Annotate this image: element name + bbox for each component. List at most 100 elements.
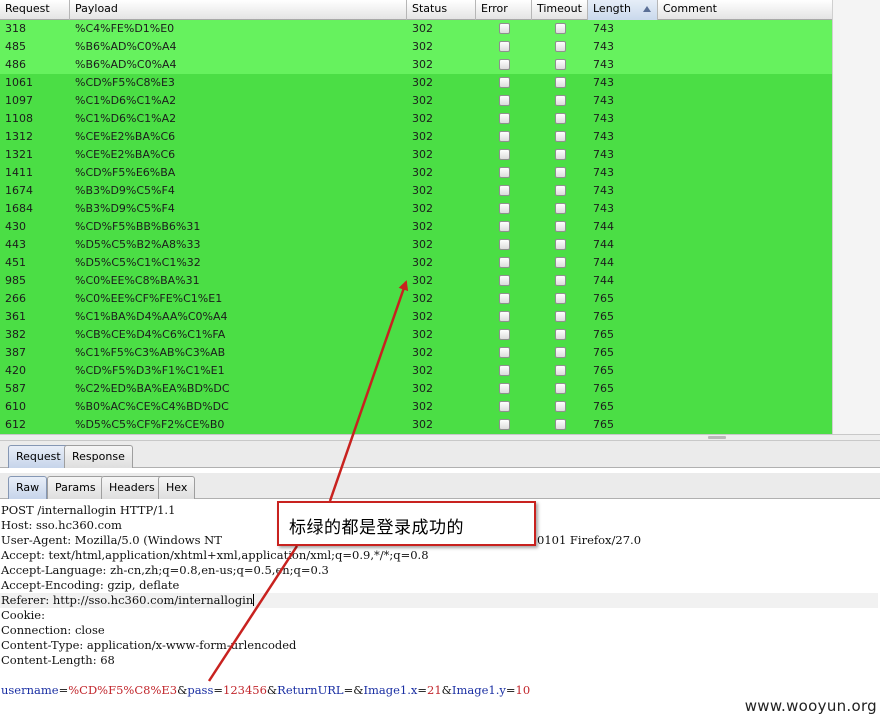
error-checkbox[interactable] [499,347,510,358]
cell-status: 302 [412,400,433,413]
table-side-filler [832,0,880,434]
table-row[interactable]: 1411 %CD%F5%E6%BA 302 743 [0,164,832,182]
table-row[interactable]: 486 %B6%AD%C0%A4 302 743 [0,56,832,74]
timeout-checkbox[interactable] [555,419,566,430]
table-row[interactable]: 1108 %C1%D6%C1%A2 302 743 [0,110,832,128]
timeout-checkbox[interactable] [555,365,566,376]
timeout-checkbox[interactable] [555,23,566,34]
column-header-comment[interactable]: Comment [658,0,832,20]
error-checkbox[interactable] [499,23,510,34]
table-row[interactable]: 1061 %CD%F5%C8%E3 302 743 [0,74,832,92]
cell-comment [658,308,832,326]
error-checkbox[interactable] [499,257,510,268]
tab-raw[interactable]: Raw [8,476,48,499]
error-checkbox[interactable] [499,203,510,214]
timeout-checkbox[interactable] [555,131,566,142]
table-row[interactable]: 361 %C1%BA%D4%AA%C0%A4 302 765 [0,308,832,326]
timeout-checkbox[interactable] [555,293,566,304]
column-header-timeout[interactable]: Timeout [532,0,588,20]
table-row[interactable]: 1097 %C1%D6%C1%A2 302 743 [0,92,832,110]
table-row[interactable]: 443 %D5%C5%B2%A8%33 302 744 [0,236,832,254]
table-row[interactable]: 610 %B0%AC%CE%C4%BD%DC 302 765 [0,398,832,416]
column-header-error[interactable]: Error [476,0,532,20]
error-checkbox[interactable] [499,95,510,106]
timeout-checkbox[interactable] [555,203,566,214]
table-row[interactable]: 1321 %CE%E2%BA%C6 302 743 [0,146,832,164]
timeout-checkbox[interactable] [555,221,566,232]
timeout-checkbox[interactable] [555,113,566,124]
error-checkbox[interactable] [499,365,510,376]
error-checkbox[interactable] [499,113,510,124]
error-checkbox[interactable] [499,329,510,340]
table-row[interactable]: 612 %D5%C5%CF%F2%CE%B0 302 765 [0,416,832,434]
tab-params[interactable]: Params [47,476,104,499]
tab-response[interactable]: Response [64,445,133,468]
table-row[interactable]: 266 %C0%EE%CF%FE%C1%E1 302 765 [0,290,832,308]
cell-payload: %B0%AC%CE%C4%BD%DC [75,400,229,413]
table-row[interactable]: 1674 %B3%D9%C5%F4 302 743 [0,182,832,200]
timeout-checkbox[interactable] [555,311,566,322]
cell-length: 765 [593,328,614,341]
error-checkbox[interactable] [499,185,510,196]
error-checkbox[interactable] [499,239,510,250]
table-row[interactable]: 420 %CD%F5%D3%F1%C1%E1 302 765 [0,362,832,380]
divider-grip-icon[interactable] [708,436,726,439]
error-checkbox[interactable] [499,293,510,304]
error-checkbox[interactable] [499,59,510,70]
error-checkbox[interactable] [499,131,510,142]
error-checkbox[interactable] [499,275,510,286]
tab-headers[interactable]: Headers [101,476,163,499]
table-row[interactable]: 985 %C0%EE%C8%BA%31 302 744 [0,272,832,290]
cell-length: 743 [593,184,614,197]
timeout-checkbox[interactable] [555,185,566,196]
table-row[interactable]: 1684 %B3%D9%C5%F4 302 743 [0,200,832,218]
timeout-checkbox[interactable] [555,239,566,250]
error-checkbox[interactable] [499,221,510,232]
tab-request[interactable]: Request [8,445,69,468]
timeout-checkbox[interactable] [555,167,566,178]
table-row[interactable]: 318 %C4%FE%D1%E0 302 743 [0,20,832,38]
timeout-checkbox[interactable] [555,41,566,52]
param-equals: = [58,683,69,697]
timeout-checkbox[interactable] [555,347,566,358]
cell-length: 743 [593,40,614,53]
cell-request: 610 [5,400,26,413]
cell-status: 302 [412,94,433,107]
timeout-checkbox[interactable] [555,383,566,394]
column-header-request[interactable]: Request [0,0,70,20]
timeout-checkbox[interactable] [555,401,566,412]
error-checkbox[interactable] [499,167,510,178]
error-checkbox[interactable] [499,419,510,430]
table-row[interactable]: 451 %D5%C5%C1%C1%32 302 744 [0,254,832,272]
table-row[interactable]: 382 %CB%CE%D4%C6%C1%FA 302 765 [0,326,832,344]
cell-length: 765 [593,382,614,395]
error-checkbox[interactable] [499,149,510,160]
cell-comment [658,56,832,74]
table-row[interactable]: 485 %B6%AD%C0%A4 302 743 [0,38,832,56]
column-header-payload[interactable]: Payload [70,0,407,20]
timeout-checkbox[interactable] [555,257,566,268]
timeout-checkbox[interactable] [555,59,566,70]
timeout-checkbox[interactable] [555,329,566,340]
timeout-checkbox[interactable] [555,149,566,160]
timeout-checkbox[interactable] [555,77,566,88]
column-header-length[interactable]: Length [588,0,658,20]
referer-header: Referer: http://sso.hc360.com/internallo… [0,593,878,608]
error-checkbox[interactable] [499,383,510,394]
table-row[interactable]: 430 %CD%F5%BB%B6%31 302 744 [0,218,832,236]
table-row[interactable]: 1312 %CE%E2%BA%C6 302 743 [0,128,832,146]
error-checkbox[interactable] [499,41,510,52]
table-row[interactable]: 587 %C2%ED%BA%EA%BD%DC 302 765 [0,380,832,398]
split-pane-divider[interactable] [0,434,880,441]
error-checkbox[interactable] [499,311,510,322]
cell-request: 1411 [5,166,33,179]
timeout-checkbox[interactable] [555,275,566,286]
tab-hex[interactable]: Hex [158,476,196,499]
accept-language-header: Accept-Language: zh-cn,zh;q=0.8,en-us;q=… [1,563,329,577]
cell-payload: %CE%E2%BA%C6 [75,148,176,161]
table-row[interactable]: 387 %C1%F5%C3%AB%C3%AB 302 765 [0,344,832,362]
timeout-checkbox[interactable] [555,95,566,106]
error-checkbox[interactable] [499,77,510,88]
column-header-status[interactable]: Status [407,0,476,20]
error-checkbox[interactable] [499,401,510,412]
